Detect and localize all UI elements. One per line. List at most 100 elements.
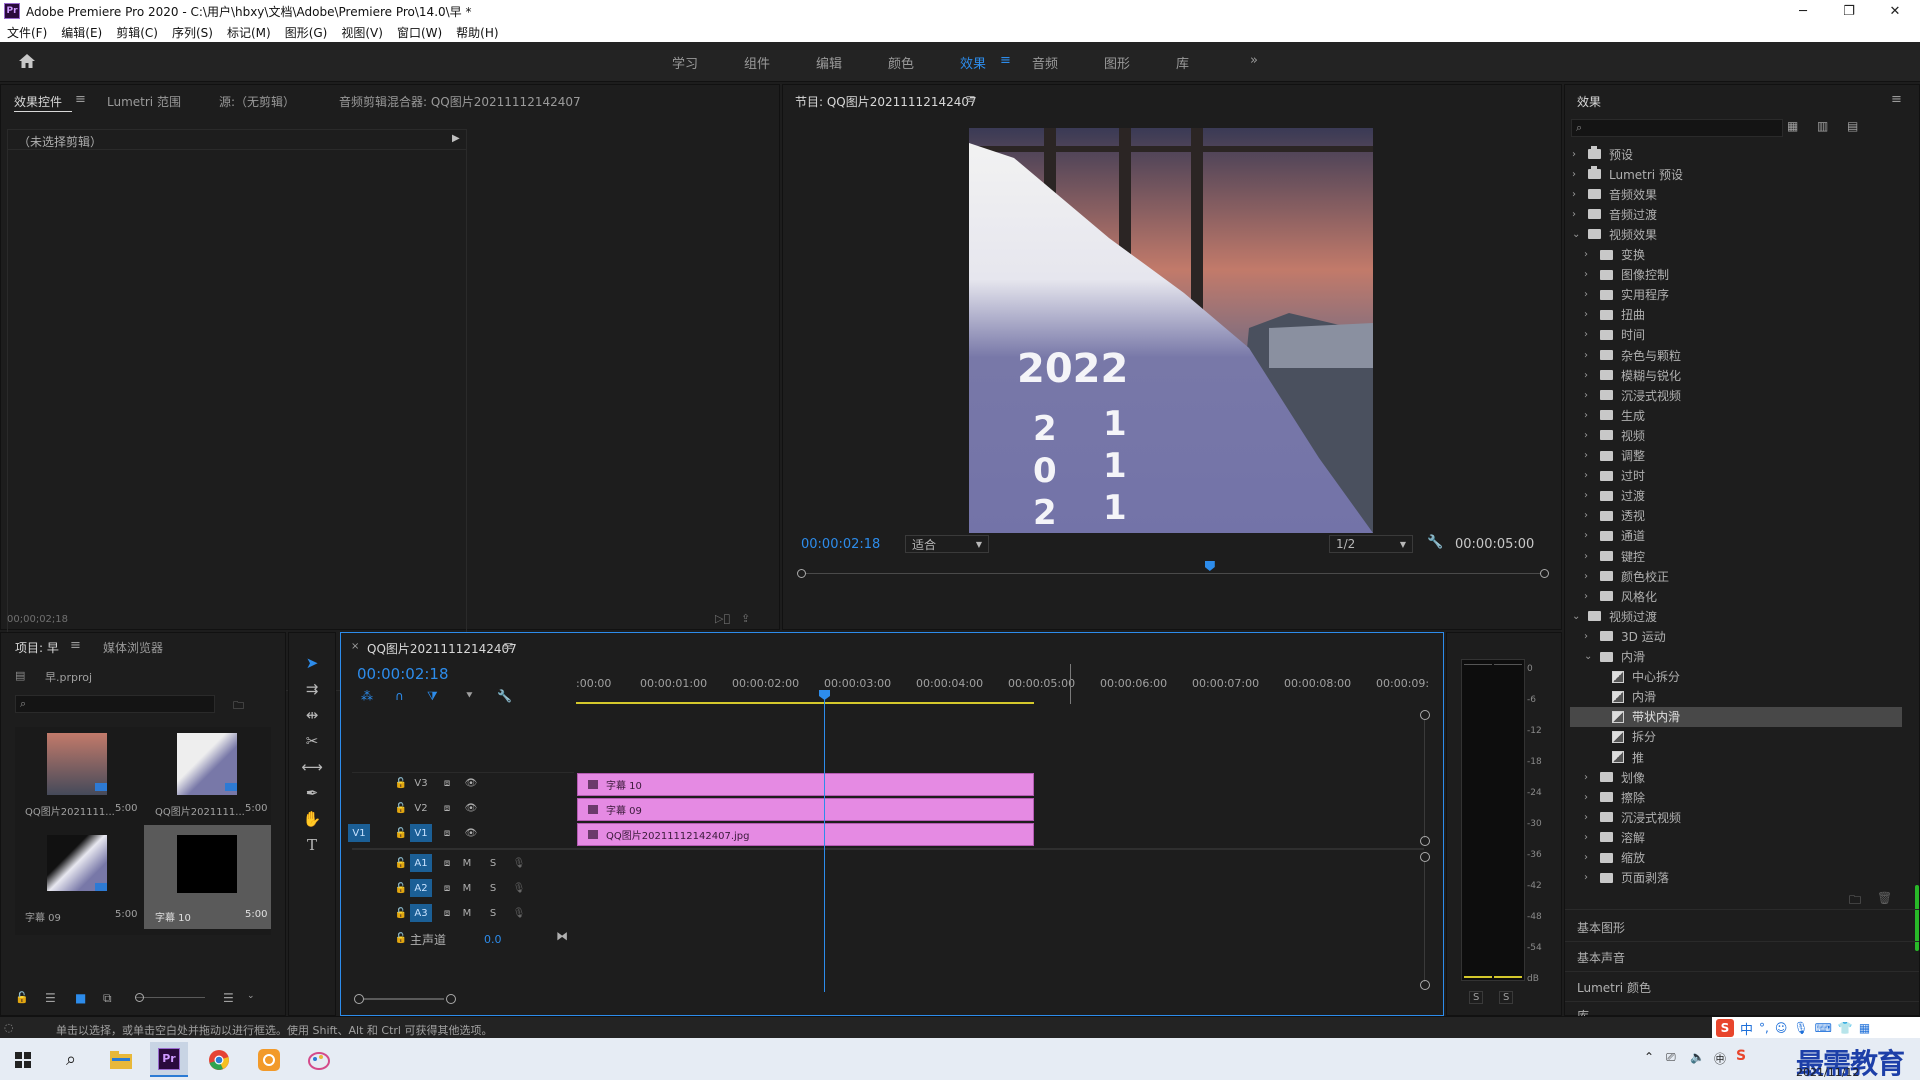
resolution-dropdown[interactable]: 1/2 ▼ (1329, 535, 1413, 553)
mute-button[interactable]: M (456, 854, 478, 872)
workspace-libraries[interactable]: 库 (1176, 53, 1189, 72)
source-patch-v1[interactable]: V1 (348, 824, 370, 842)
ripple-edit-tool-icon[interactable]: ⇹ (299, 703, 325, 727)
lock-icon[interactable]: 🔓 (390, 774, 412, 792)
effects-search-input[interactable]: ⌕ (1571, 119, 1783, 137)
language-icon[interactable]: ㊥ (1714, 1050, 1726, 1067)
effects-tree-row[interactable]: › 沉浸式视频 (1572, 385, 1681, 405)
chevron-right-icon[interactable]: › (1584, 329, 1594, 340)
type-tool-icon[interactable]: T (299, 833, 325, 857)
chevron-right-icon[interactable]: › (1572, 169, 1582, 180)
microphone-icon[interactable]: 🎙 (508, 854, 530, 872)
filter-icon[interactable]: ▷⃒ (715, 612, 730, 625)
hand-tool-icon[interactable]: ✋ (299, 807, 325, 831)
vertical-scroll-handle[interactable] (1420, 836, 1430, 846)
effects-tree-row[interactable]: › 通道 (1572, 526, 1645, 546)
workspace-effects[interactable]: 效果 (960, 53, 986, 72)
clip-photo[interactable]: QQ图片20211112142407.jpg (577, 823, 1034, 846)
effects-tree-row[interactable]: › 透视 (1572, 506, 1645, 526)
chevron-right-icon[interactable]: › (1572, 189, 1582, 200)
minimize-button[interactable]: ─ (1780, 0, 1826, 22)
chevron-right-icon[interactable]: › (1584, 510, 1594, 521)
effects-tree-row[interactable]: › 音频过渡 (1572, 204, 1657, 224)
workspace-color[interactable]: 颜色 (888, 53, 914, 72)
project-menu-icon[interactable]: ≡ (70, 638, 81, 653)
effects-tree-row[interactable]: › 过时 (1572, 466, 1645, 486)
tab-project[interactable]: 项目: 早 (15, 639, 59, 656)
mute-button[interactable]: M (456, 879, 478, 897)
tab-source[interactable]: 源:（无剪辑） (219, 93, 295, 110)
horizontal-scroll-start-handle[interactable] (354, 994, 364, 1004)
effects-menu-icon[interactable]: ≡ (1891, 92, 1902, 107)
linked-selection-icon[interactable]: ⧩ (427, 689, 438, 704)
clip-title-09[interactable]: 字幕 09 (577, 798, 1034, 821)
effects-tree-row[interactable]: › 预设 (1572, 144, 1633, 164)
vertical-scroll-handle[interactable] (1420, 852, 1430, 862)
network-icon[interactable]: ⎚ (1666, 1050, 1676, 1065)
microphone-icon[interactable]: 🎙 (508, 904, 530, 922)
zoom-slider-handle[interactable] (135, 993, 144, 1002)
home-icon[interactable] (18, 53, 36, 69)
sync-lock-icon[interactable]: ⧈ (436, 854, 458, 872)
effects-tree-row[interactable]: › Lumetri 预设 (1572, 164, 1683, 184)
menu-view[interactable]: 视图(V) (334, 24, 390, 41)
menu-sequence[interactable]: 序列(S) (165, 24, 220, 41)
sync-lock-icon[interactable]: ⧈ (436, 879, 458, 897)
workspace-audio[interactable]: 音频 (1032, 53, 1058, 72)
selection-tool-icon[interactable]: ➤ (299, 651, 325, 675)
sync-lock-icon[interactable]: ⧈ (436, 774, 458, 792)
new-bin-icon[interactable]: 🗀 (233, 697, 244, 716)
effects-tree-row[interactable]: › 页面剥落 (1572, 868, 1669, 888)
work-area-bar[interactable] (576, 702, 1034, 704)
section-lumetri-color[interactable]: Lumetri 颜色 (1577, 979, 1651, 996)
emoji-icon[interactable]: ☺ (1775, 1021, 1788, 1035)
effects-tree-row[interactable]: 推 (1572, 747, 1644, 767)
effects-tree-row[interactable]: › 颜色校正 (1572, 566, 1669, 586)
toolbox-icon[interactable]: ▦ (1859, 1021, 1870, 1035)
chevron-right-icon[interactable]: › (1584, 430, 1594, 441)
menu-clip[interactable]: 剪辑(C) (109, 24, 165, 41)
clip-title-10[interactable]: 字幕 10 (577, 773, 1034, 796)
project-search-input[interactable]: ⌕ (15, 695, 215, 713)
chevron-right-icon[interactable]: › (1584, 530, 1594, 541)
master-volume-value[interactable]: 0.0 (484, 933, 502, 946)
chevron-right-icon[interactable]: › (1584, 470, 1594, 481)
track-select-tool-icon[interactable]: ⇉ (299, 677, 325, 701)
paint-app-icon[interactable] (300, 1042, 338, 1077)
sync-lock-icon[interactable]: ⧈ (436, 824, 458, 842)
horizontal-scrollbar[interactable] (364, 998, 444, 1000)
ime-mode[interactable]: 中 (1740, 1019, 1753, 1038)
keyboard-icon[interactable]: ⌨ (1815, 1021, 1832, 1035)
skin-icon[interactable]: 👕 (1838, 1021, 1853, 1035)
effects-tree-row[interactable]: › 扭曲 (1572, 305, 1645, 325)
chevron-right-icon[interactable]: › (1584, 249, 1594, 260)
track-label-a3[interactable]: A3 (410, 904, 432, 922)
sync-lock-icon[interactable]: ⧈ (436, 799, 458, 817)
pen-tool-icon[interactable]: ✒ (299, 781, 325, 805)
chevron-right-icon[interactable]: › (1584, 309, 1594, 320)
mute-button[interactable]: M (456, 904, 478, 922)
punctuation-icon[interactable]: °, (1759, 1021, 1769, 1035)
menu-marker[interactable]: 标记(M) (220, 24, 278, 41)
effects-tree-row[interactable]: › 模糊与锐化 (1572, 365, 1681, 385)
chevron-right-icon[interactable]: › (1584, 812, 1594, 823)
solo-button[interactable]: S (482, 879, 504, 897)
nest-icon[interactable]: ⁂ (361, 689, 373, 703)
zoom-slider[interactable] (135, 997, 205, 998)
effects-tree-row[interactable]: › 时间 (1572, 325, 1645, 345)
menu-file[interactable]: 文件(F) (0, 24, 54, 41)
menu-window[interactable]: 窗口(W) (390, 24, 449, 41)
tab-effect-controls[interactable]: 效果控件 (14, 93, 62, 110)
effects-tree-row[interactable]: › 键控 (1572, 546, 1645, 566)
section-essential-graphics[interactable]: 基本图形 (1577, 919, 1625, 936)
chevron-down-icon[interactable]: ⌄ (1584, 651, 1594, 662)
timeline-timecode[interactable]: 00:00:02:18 (357, 665, 449, 683)
track-label-v1[interactable]: V1 (410, 824, 432, 842)
close-button[interactable]: ✕ (1872, 0, 1918, 22)
effects-tree-row[interactable]: › 划像 (1572, 767, 1645, 787)
lock-icon[interactable]: 🔓 (390, 799, 412, 817)
chevron-right-icon[interactable]: › (1584, 289, 1594, 300)
freeform-view-icon[interactable]: ⧉ (103, 991, 112, 1006)
effects-tree-row[interactable]: ⌄ 内滑 (1572, 647, 1645, 667)
sync-lock-icon[interactable]: ⧈ (436, 904, 458, 922)
